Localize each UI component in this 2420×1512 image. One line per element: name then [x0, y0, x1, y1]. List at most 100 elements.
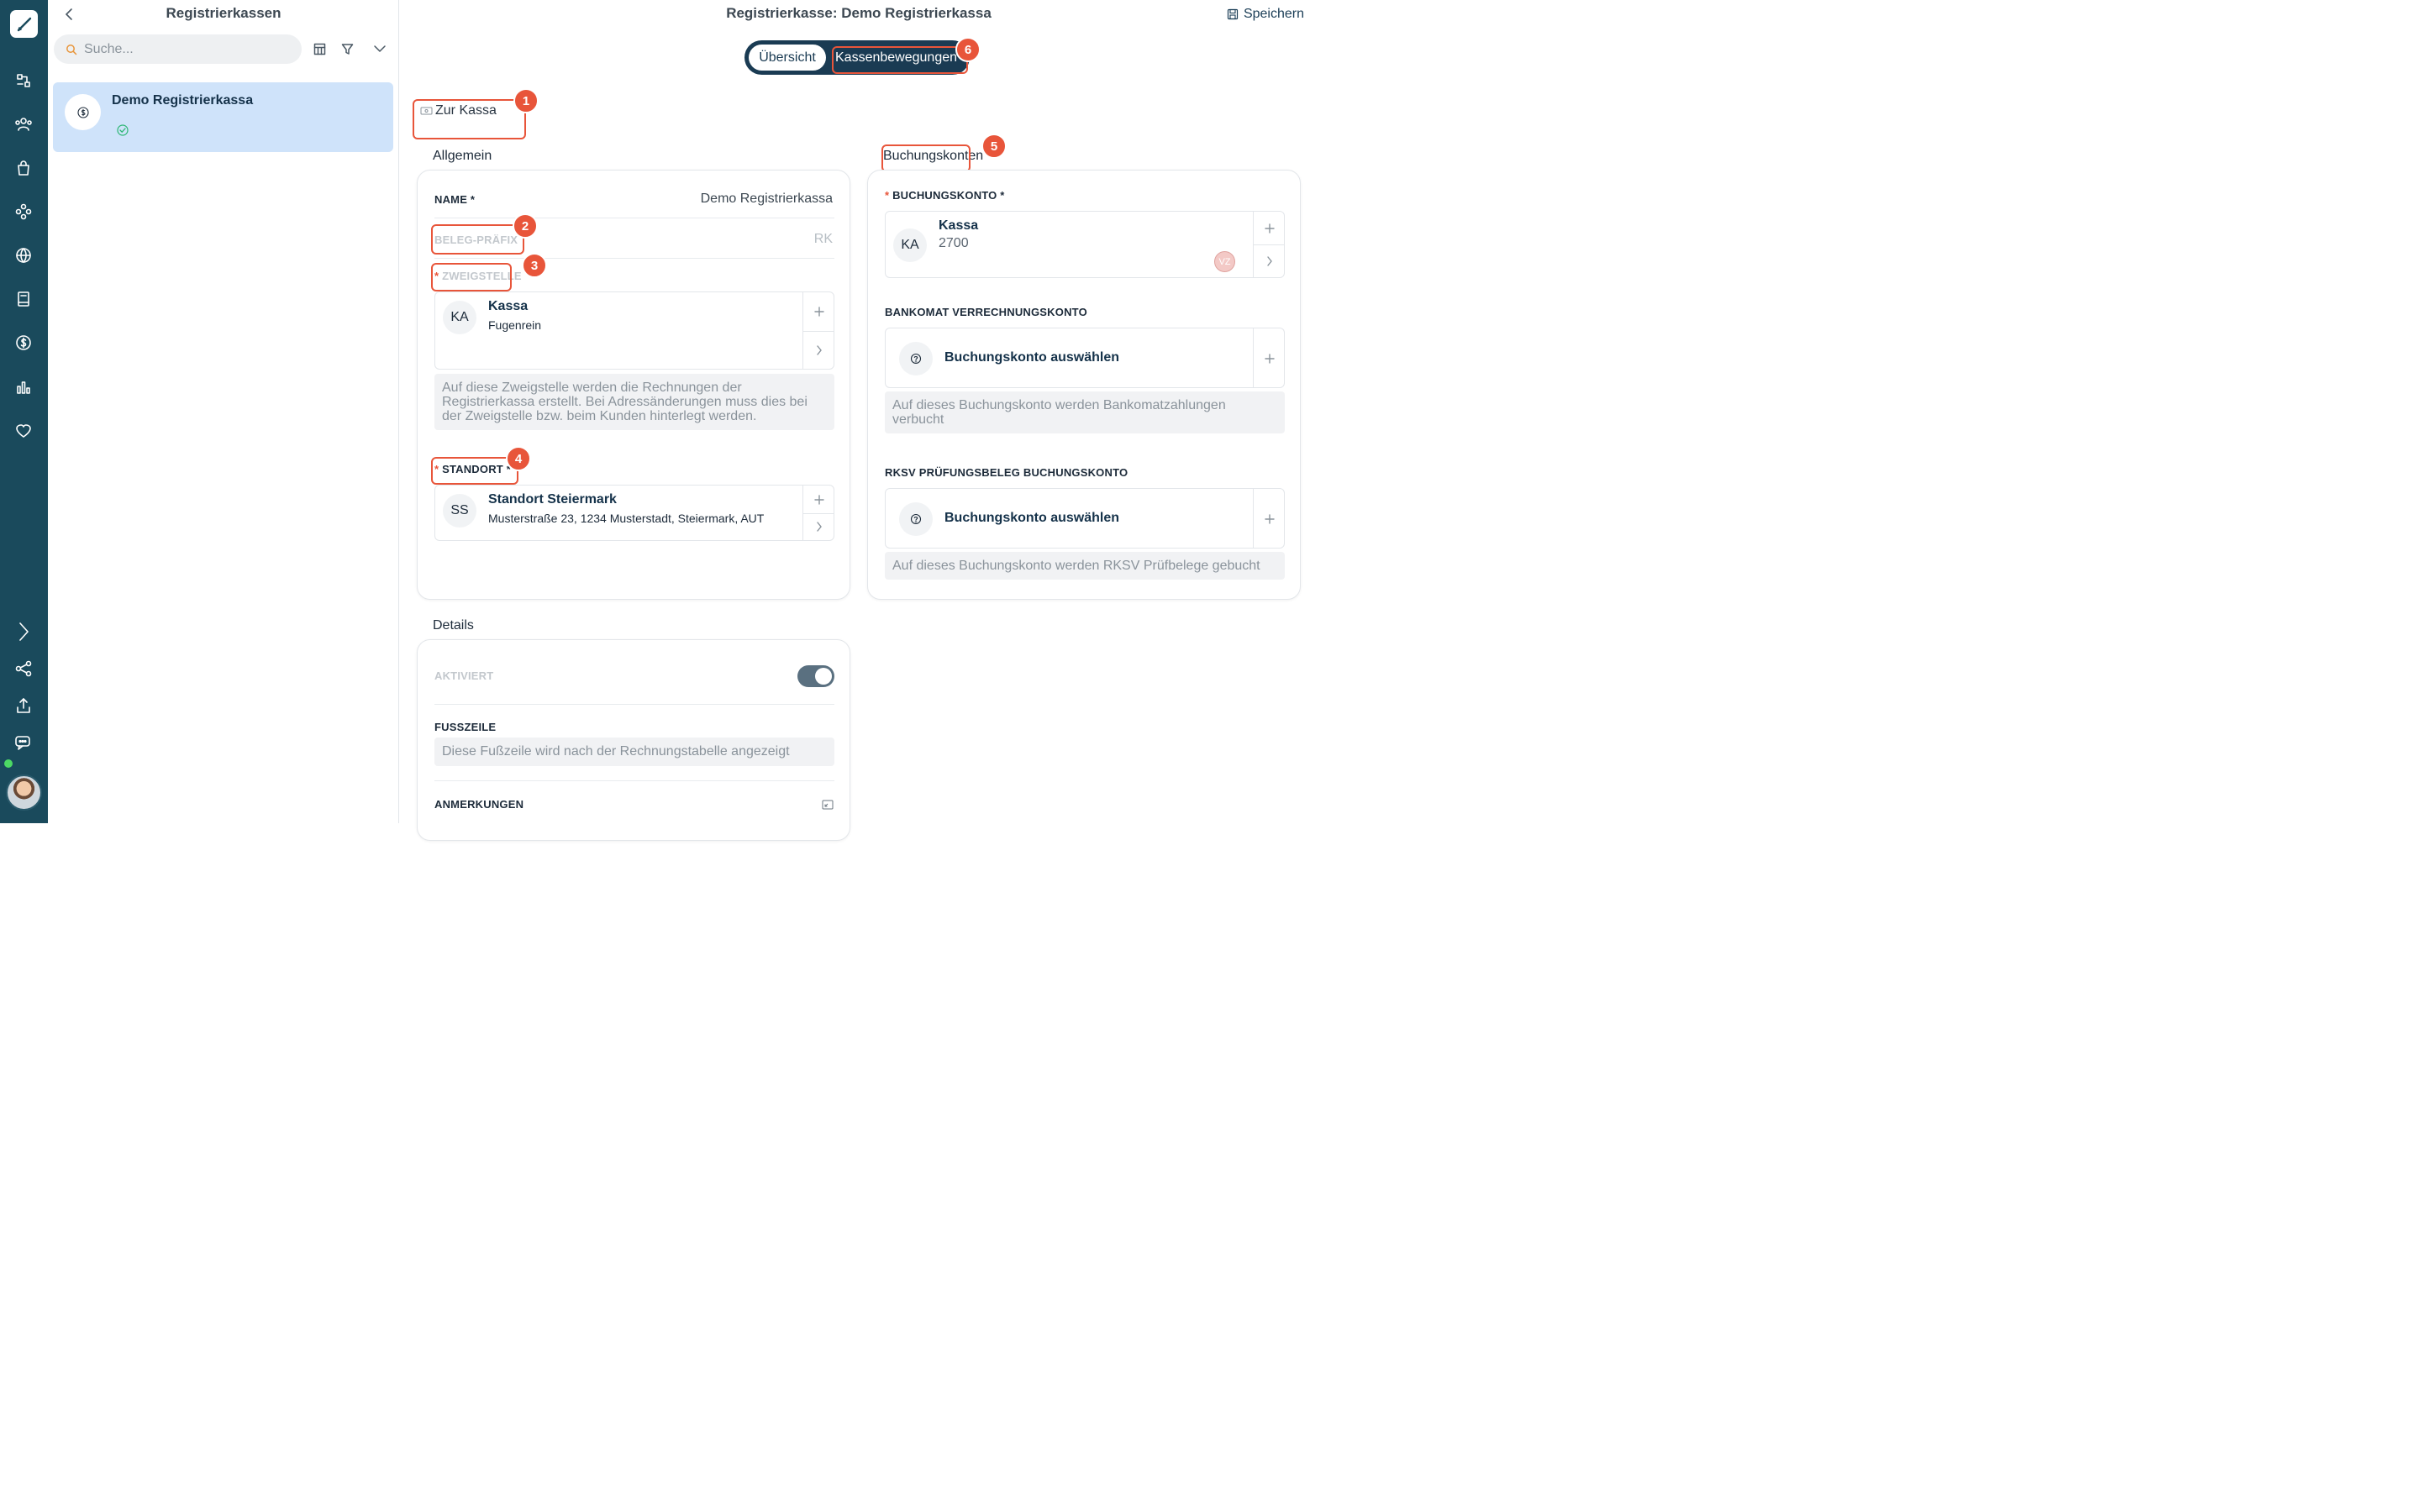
aktiviert-label: AKTIVIERT [434, 669, 494, 682]
plus-icon[interactable] [1254, 510, 1285, 528]
highlight-1 [413, 99, 526, 139]
share-icon[interactable] [12, 657, 35, 680]
fusszeile-label: FUSSZEILE [434, 721, 497, 733]
highlight-2 [431, 224, 524, 255]
plus-icon[interactable] [803, 302, 834, 321]
bar-chart-icon[interactable] [12, 375, 35, 399]
tab-overview[interactable]: Übersicht [749, 45, 826, 71]
section-title-details: Details [433, 618, 474, 633]
list-item[interactable]: Demo Registrierkassa [53, 82, 393, 152]
chevron-right-icon[interactable] [1254, 252, 1285, 270]
users-icon[interactable] [12, 113, 35, 136]
rksv-select-label: Buchungskonto auswählen [944, 511, 1120, 525]
plus-icon[interactable] [1254, 349, 1285, 368]
buchungskonto-label: * BUCHUNGSKONTO * [885, 189, 1005, 202]
save-label: Speichern [1243, 7, 1304, 21]
chevron-right-icon[interactable] [803, 341, 834, 360]
bankomat-label: BANKOMAT VERRECHNUNGSKONTO [885, 306, 1087, 318]
app-logo[interactable] [10, 10, 38, 38]
toggle-knob [815, 668, 832, 685]
bankomat-select-label: Buchungskonto auswählen [944, 350, 1120, 365]
filter-icon[interactable] [339, 40, 355, 57]
bankomat-hint: Auf dieses Buchungskonto werden Bankomat… [885, 391, 1285, 433]
rksv-selector[interactable]: Buchungskonto auswählen [885, 488, 1285, 549]
user-avatar[interactable] [6, 774, 42, 811]
expand-chevron-icon[interactable] [12, 620, 35, 643]
workflow-icon[interactable] [12, 69, 35, 92]
buchungskonten-panel: * BUCHUNGSKONTO * KA Kassa 2700 VZ BANKO… [867, 170, 1301, 600]
zweigstelle-avatar: KA [443, 301, 476, 334]
dropdown-chevron-icon[interactable] [371, 40, 388, 57]
fusszeile-input[interactable]: Diese Fußzeile wird nach der Rechnungsta… [434, 738, 834, 766]
zweigstelle-hint: Auf diese Zweigstelle werden die Rechnun… [434, 374, 834, 430]
divider [434, 704, 834, 705]
nav-rail [0, 0, 48, 823]
zweigstelle-subtitle: Fugenrein [488, 318, 542, 332]
page-title: Registrierkasse: Demo Registrierkassa [726, 5, 992, 21]
buchungskonto-label-text: BUCHUNGSKONTO * [892, 189, 1005, 202]
heart-icon[interactable] [12, 419, 35, 443]
rksv-label: RKSV PRÜFUNGSBELEG BUCHUNGSKONTO [885, 466, 1128, 479]
highlight-3 [431, 263, 512, 291]
chevron-right-icon[interactable] [803, 517, 834, 536]
standort-actions [802, 486, 834, 540]
aktiviert-toggle[interactable] [797, 665, 834, 687]
expand-editor-icon[interactable] [822, 799, 834, 814]
divider [803, 513, 834, 514]
search-box[interactable] [54, 34, 302, 64]
dollar-icon[interactable] [12, 331, 35, 354]
globe-icon[interactable] [12, 244, 35, 267]
zweigstelle-actions [802, 292, 834, 369]
user-tag-badge: VZ [1214, 251, 1235, 272]
annotation-badge-6: 6 [955, 37, 981, 62]
rksv-actions [1253, 489, 1284, 548]
rksv-hint: Auf dieses Buchungskonto werden RKSV Prü… [885, 552, 1285, 580]
divider [434, 258, 834, 259]
standort-selector[interactable]: SS Standort Steiermark Musterstraße 23, … [434, 485, 834, 541]
buchungskonto-selector[interactable]: KA Kassa 2700 VZ [885, 211, 1285, 278]
section-title-allgemein: Allgemein [433, 149, 492, 163]
detail-pane: Registrierkasse: Demo Registrierkassa Sp… [400, 0, 1318, 841]
list-title: Registrierkassen [166, 5, 281, 21]
online-status-dot [4, 759, 13, 768]
annotation-badge-2: 2 [513, 213, 538, 239]
name-label: NAME * [434, 193, 476, 206]
register-dollar-icon [65, 94, 101, 130]
table-view-icon[interactable] [311, 40, 328, 57]
search-input[interactable] [84, 41, 286, 57]
beleg-prefix-value[interactable]: RK [814, 232, 833, 247]
zweigstelle-selector[interactable]: KA Kassa Fugenrein [434, 291, 834, 370]
konto-title: Kassa [939, 218, 979, 233]
standort-title: Standort Steiermark [488, 492, 617, 507]
book-icon[interactable] [12, 287, 35, 311]
plus-icon[interactable] [803, 491, 834, 509]
name-value[interactable]: Demo Registrierkassa [701, 192, 833, 207]
plus-icon[interactable] [1254, 219, 1285, 238]
list-item-name: Demo Registrierkassa [112, 93, 254, 108]
upload-icon[interactable] [12, 694, 35, 717]
annotation-badge-1: 1 [513, 88, 539, 113]
highlight-5 [881, 144, 971, 172]
konto-number: 2700 [939, 236, 969, 250]
save-button[interactable]: Speichern [1227, 7, 1304, 22]
zweigstelle-title: Kassa [488, 299, 529, 313]
modules-icon[interactable] [12, 200, 35, 223]
buchungskonto-actions [1253, 212, 1285, 277]
divider [1254, 244, 1285, 245]
question-circle-icon [899, 502, 933, 536]
standort-avatar: SS [443, 494, 476, 528]
shopping-bag-icon[interactable] [12, 156, 35, 180]
chat-icon[interactable] [12, 731, 35, 754]
question-circle-icon [899, 342, 933, 375]
required-star: * [885, 189, 890, 202]
divider [803, 331, 834, 332]
standort-address: Musterstraße 23, 1234 Musterstadt, Steie… [488, 512, 765, 525]
anmerkungen-label: ANMERKUNGEN [434, 798, 524, 811]
bankomat-selector[interactable]: Buchungskonto auswählen [885, 328, 1285, 388]
list-pane: Registrierkassen Demo Registrierkassa [48, 0, 399, 823]
annotation-badge-4: 4 [506, 446, 531, 471]
active-check-icon [117, 124, 129, 140]
details-panel: AKTIVIERT FUSSZEILE Diese Fußzeile wird … [417, 639, 850, 841]
annotation-badge-5: 5 [981, 134, 1007, 159]
annotation-badge-3: 3 [522, 253, 547, 278]
